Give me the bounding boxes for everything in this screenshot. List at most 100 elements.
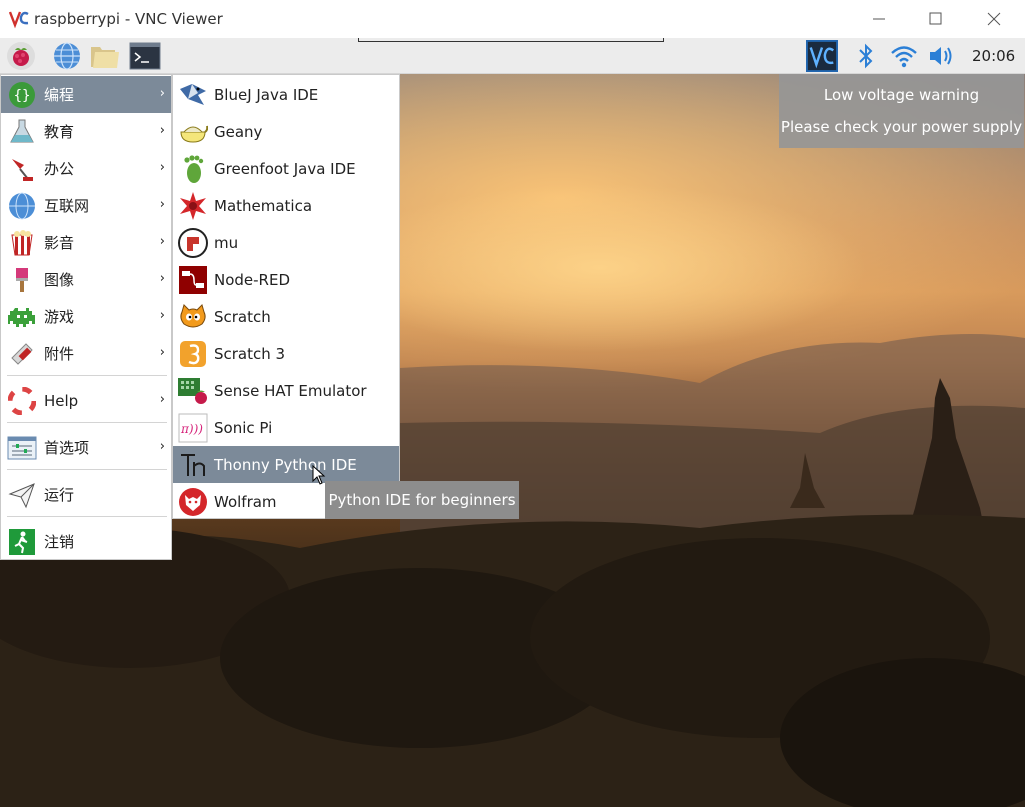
menu-item-label: 影音 bbox=[44, 234, 75, 252]
menu-separator bbox=[7, 375, 167, 376]
geany-icon bbox=[177, 116, 209, 148]
accessories-icon bbox=[6, 338, 38, 370]
games-icon bbox=[6, 301, 38, 333]
terminal-button[interactable] bbox=[129, 40, 161, 72]
mu-icon bbox=[177, 227, 209, 259]
submenu-item-label: Wolfram bbox=[214, 492, 277, 511]
raspberry-menu-button[interactable] bbox=[5, 40, 37, 72]
greenfoot-icon bbox=[177, 153, 209, 185]
folder-icon bbox=[91, 47, 119, 68]
submenu-item-scratch[interactable]: Scratch bbox=[173, 298, 399, 335]
submenu-item-bluej[interactable]: BlueJ Java IDE bbox=[173, 76, 399, 113]
menu-item-label: 办公 bbox=[44, 160, 75, 178]
run-icon bbox=[6, 479, 38, 511]
submenu-item-label: Sonic Pi bbox=[214, 418, 273, 437]
sound-video-icon bbox=[6, 227, 38, 259]
bluej-icon bbox=[177, 79, 209, 111]
submenu-item-label: Scratch bbox=[214, 307, 271, 326]
menu-separator bbox=[7, 469, 167, 470]
wifi-tray-button[interactable] bbox=[888, 40, 920, 72]
sense-hat-icon bbox=[177, 375, 209, 407]
close-button[interactable] bbox=[980, 6, 1008, 32]
bluetooth-icon bbox=[859, 43, 873, 69]
menu-separator bbox=[7, 516, 167, 517]
menu-item-label: 注销 bbox=[44, 533, 75, 551]
thonny-icon bbox=[177, 449, 209, 481]
graphics-icon bbox=[6, 264, 38, 296]
menu-item-help[interactable]: Help › bbox=[1, 382, 171, 419]
submenu-item-label: Sense HAT Emulator bbox=[214, 381, 367, 400]
menu-item-logout[interactable]: 注销 bbox=[1, 523, 171, 560]
menu-separator bbox=[7, 422, 167, 423]
tooltip: Python IDE for beginners bbox=[325, 481, 519, 519]
window-title: raspberrypi - VNC Viewer bbox=[34, 10, 223, 28]
logout-icon bbox=[6, 526, 38, 558]
submenu-item-node-red[interactable]: Node-RED bbox=[173, 261, 399, 298]
submenu-item-geany[interactable]: Geany bbox=[173, 113, 399, 150]
menu-item-run[interactable]: 运行 bbox=[1, 476, 171, 513]
preferences-icon bbox=[6, 432, 38, 464]
submenu-item-label: Thonny Python IDE bbox=[214, 455, 357, 474]
submenu-arrow-icon: › bbox=[159, 271, 165, 286]
web-browser-button[interactable] bbox=[51, 40, 83, 72]
menu-item-graphics[interactable]: 图像 › bbox=[1, 261, 171, 298]
submenu-item-mu[interactable]: mu bbox=[173, 224, 399, 261]
bluetooth-tray-button[interactable] bbox=[850, 40, 882, 72]
submenu-arrow-icon: › bbox=[159, 123, 165, 138]
submenu-item-label: mu bbox=[214, 233, 239, 252]
submenu-arrow-icon: › bbox=[159, 197, 165, 212]
node-red-icon bbox=[177, 264, 209, 296]
volume-tray-button[interactable] bbox=[926, 40, 958, 72]
submenu-arrow-icon: › bbox=[159, 439, 165, 454]
programming-icon: {} bbox=[6, 79, 38, 111]
menu-item-label: 编程 bbox=[44, 86, 75, 104]
menu-item-label: 图像 bbox=[44, 271, 75, 289]
menu-item-preferences[interactable]: 首选项 › bbox=[1, 429, 171, 466]
notification-title: Low voltage warning bbox=[823, 86, 980, 104]
vnc-server-tray-button[interactable] bbox=[806, 40, 838, 72]
submenu-arrow-icon: › bbox=[159, 308, 165, 323]
submenu-item-sense-hat[interactable]: Sense HAT Emulator bbox=[173, 372, 399, 409]
raspberry-icon bbox=[7, 42, 35, 70]
clock[interactable]: 20:06 bbox=[972, 47, 1015, 65]
submenu-item-label: Node-RED bbox=[214, 270, 291, 289]
menu-item-sound-video[interactable]: 影音 › bbox=[1, 224, 171, 261]
menu-item-label: 首选项 bbox=[44, 439, 90, 457]
menu-item-accessories[interactable]: 附件 › bbox=[1, 335, 171, 372]
submenu-item-greenfoot[interactable]: Greenfoot Java IDE bbox=[173, 150, 399, 187]
menu-item-games[interactable]: 游戏 › bbox=[1, 298, 171, 335]
maximize-button[interactable] bbox=[922, 6, 950, 32]
programming-submenu: BlueJ Java IDE Geany Greenfoot Java IDE … bbox=[172, 74, 400, 519]
svg-text:{}: {} bbox=[14, 88, 31, 104]
menu-item-label: Help bbox=[44, 391, 79, 410]
submenu-item-mathematica[interactable]: Mathematica bbox=[173, 187, 399, 224]
menu-item-office[interactable]: 办公 › bbox=[1, 150, 171, 187]
submenu-arrow-icon: › bbox=[159, 86, 165, 101]
submenu-item-thonny[interactable]: Thonny Python IDE bbox=[173, 446, 399, 483]
menu-item-programming[interactable]: {} 编程 › bbox=[1, 76, 171, 113]
notification-message: Please check your power supply bbox=[780, 118, 1023, 136]
vnc-viewer-logo-icon bbox=[9, 11, 29, 29]
menu-item-education[interactable]: 教育 › bbox=[1, 113, 171, 150]
submenu-arrow-icon: › bbox=[159, 160, 165, 175]
mouse-cursor-icon bbox=[312, 465, 326, 485]
submenu-item-label: Mathematica bbox=[214, 196, 313, 215]
minimize-button[interactable] bbox=[865, 6, 893, 32]
submenu-item-scratch3[interactable]: Scratch 3 bbox=[173, 335, 399, 372]
submenu-arrow-icon: › bbox=[159, 392, 165, 407]
office-icon bbox=[6, 153, 38, 185]
top-panel: 20:06 bbox=[0, 38, 1025, 74]
sonic-pi-icon: π))) bbox=[177, 412, 209, 444]
submenu-item-sonic-pi[interactable]: π))) Sonic Pi bbox=[173, 409, 399, 446]
menu-item-label: 游戏 bbox=[44, 308, 75, 326]
svg-text:π))): π))) bbox=[180, 422, 203, 436]
taskbar-button[interactable] bbox=[358, 38, 664, 42]
low-voltage-notification[interactable]: Low voltage warning Please check your po… bbox=[779, 74, 1024, 148]
window-titlebar: raspberrypi - VNC Viewer bbox=[0, 0, 1025, 38]
submenu-arrow-icon: › bbox=[159, 234, 165, 249]
file-manager-button[interactable] bbox=[89, 40, 121, 72]
wifi-icon bbox=[891, 46, 917, 68]
volume-icon bbox=[930, 47, 952, 65]
menu-item-internet[interactable]: 互联网 › bbox=[1, 187, 171, 224]
submenu-item-label: Scratch 3 bbox=[214, 344, 286, 363]
